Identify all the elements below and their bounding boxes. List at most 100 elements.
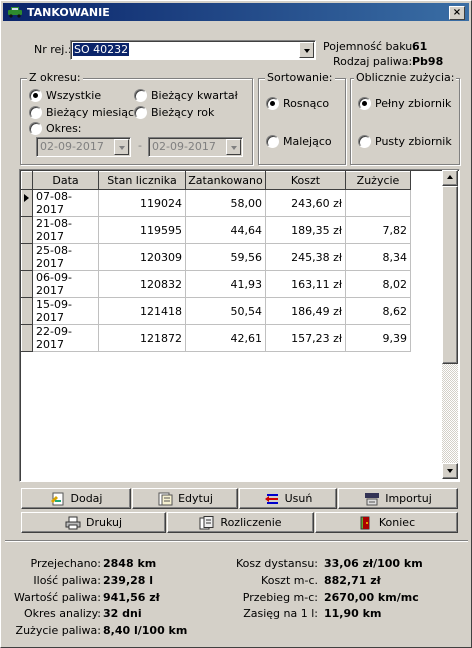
summary-monthly-mileage-value: 2670,00 km/mc bbox=[324, 591, 419, 604]
cell-odometer[interactable]: 121418 bbox=[98, 297, 186, 325]
cell-date[interactable]: 21-08-2017 bbox=[32, 216, 99, 244]
sort-group: Sortowanie: bbox=[258, 71, 346, 165]
edit-button[interactable]: Edytuj bbox=[132, 488, 238, 509]
chevron-down-icon[interactable] bbox=[226, 139, 241, 155]
cell-fuel[interactable]: 41,93 bbox=[185, 270, 266, 298]
col-date-header[interactable]: Data bbox=[32, 171, 99, 190]
scroll-up-button[interactable] bbox=[442, 170, 458, 186]
cell-date[interactable]: 15-09-2017 bbox=[32, 297, 99, 325]
period-month-radio[interactable]: Bieżący miesiąc bbox=[29, 106, 134, 119]
delete-record-icon bbox=[264, 493, 278, 504]
row-indicator[interactable] bbox=[21, 243, 33, 271]
cell-consumption[interactable]: 8,62 bbox=[345, 297, 411, 325]
cell-date[interactable]: 06-09-2017 bbox=[32, 270, 99, 298]
cell-cost[interactable]: 157,23 zł bbox=[265, 324, 346, 352]
import-button[interactable]: Importuj bbox=[338, 488, 458, 509]
table-row[interactable]: 25-08-2017 120309 59,56 245,38 zł 8,34 bbox=[21, 243, 411, 271]
registration-combo[interactable]: SO 40232 bbox=[70, 40, 316, 60]
summary-distance-value: 2848 km bbox=[103, 557, 157, 570]
period-year-radio[interactable]: Bieżący rok bbox=[134, 106, 214, 119]
cell-fuel[interactable]: 59,56 bbox=[185, 243, 266, 271]
cell-odometer[interactable]: 121872 bbox=[98, 324, 186, 352]
col-odometer-header[interactable]: Stan licznika bbox=[98, 171, 186, 190]
calc-full-radio[interactable]: Pełny zbiornik bbox=[358, 97, 451, 110]
cell-odometer[interactable]: 119595 bbox=[98, 216, 186, 244]
cell-date[interactable]: 22-09-2017 bbox=[32, 324, 99, 352]
calc-empty-radio[interactable]: Pusty zbiornik bbox=[358, 135, 452, 148]
table-row[interactable]: 21-08-2017 119595 44,64 189,35 zł 7,82 bbox=[21, 216, 411, 244]
close-window-button[interactable]: × bbox=[449, 6, 465, 20]
summary-fuel-amount: Ilość paliwa: bbox=[33, 574, 101, 587]
exit-button[interactable]: Koniec bbox=[315, 512, 458, 533]
cell-date[interactable]: 25-08-2017 bbox=[32, 243, 99, 271]
summary-fuel-cost: Wartość paliwa: bbox=[13, 591, 101, 604]
summary-fuel-amount-value: 239,28 l bbox=[103, 574, 154, 587]
summary-distance-cost: Kosz dystansu: bbox=[235, 557, 318, 570]
cell-consumption[interactable]: 8,34 bbox=[345, 243, 411, 271]
date-from-picker[interactable]: 02-09-2017 bbox=[36, 137, 131, 157]
cell-fuel[interactable]: 50,54 bbox=[185, 297, 266, 325]
row-indicator[interactable] bbox=[21, 189, 33, 217]
cell-consumption[interactable] bbox=[345, 189, 411, 217]
settlement-button[interactable]: Rozliczenie bbox=[167, 512, 314, 533]
row-indicator[interactable] bbox=[21, 216, 33, 244]
fuel-type-label: Rodzaj paliwa: bbox=[333, 55, 413, 68]
grid-scrollbar[interactable] bbox=[442, 170, 458, 479]
cell-fuel[interactable]: 44,64 bbox=[185, 216, 266, 244]
table-row[interactable]: 15-09-2017 121418 50,54 186,49 zł 8,62 bbox=[21, 297, 411, 325]
cell-fuel[interactable]: 58,00 bbox=[185, 189, 266, 217]
chevron-down-icon[interactable] bbox=[299, 42, 314, 58]
scroll-thumb[interactable] bbox=[442, 186, 458, 364]
summary-monthly-cost-value: 882,71 zł bbox=[324, 574, 381, 587]
cell-odometer[interactable]: 120309 bbox=[98, 243, 186, 271]
cell-consumption[interactable]: 8,02 bbox=[345, 270, 411, 298]
cell-cost[interactable]: 189,35 zł bbox=[265, 216, 346, 244]
delete-button[interactable]: Usuń bbox=[239, 488, 337, 509]
cell-cost[interactable]: 243,60 zł bbox=[265, 189, 346, 217]
row-indicator[interactable] bbox=[21, 270, 33, 298]
date-to-picker[interactable]: 02-09-2017 bbox=[148, 137, 243, 157]
cell-cost[interactable]: 163,11 zł bbox=[265, 270, 346, 298]
cell-fuel[interactable]: 42,61 bbox=[185, 324, 266, 352]
period-range-radio[interactable]: Okres: bbox=[29, 122, 82, 135]
title-bar: TANKOWANIE × bbox=[3, 3, 469, 21]
summary-range-value: 11,90 km bbox=[324, 607, 382, 620]
col-cost-header[interactable]: Koszt bbox=[265, 171, 346, 190]
cell-odometer[interactable]: 119024 bbox=[98, 189, 186, 217]
printer-icon bbox=[65, 516, 81, 529]
cell-odometer[interactable]: 120832 bbox=[98, 270, 186, 298]
row-indicator[interactable] bbox=[21, 324, 33, 352]
sort-asc-radio[interactable]: Rosnąco bbox=[266, 97, 329, 110]
registration-label: Nr rej.: bbox=[34, 43, 72, 56]
summary-period-value: 32 dni bbox=[103, 607, 142, 620]
add-record-icon bbox=[50, 492, 63, 505]
summary-monthly-mileage: Przebieg m-c: bbox=[242, 591, 318, 604]
period-all-radio[interactable]: Wszystkie bbox=[29, 89, 101, 102]
period-quarter-radio[interactable]: Bieżący kwartał bbox=[134, 89, 238, 102]
cell-cost[interactable]: 186,49 zł bbox=[265, 297, 346, 325]
cell-consumption[interactable]: 9,39 bbox=[345, 324, 411, 352]
chevron-down-icon[interactable] bbox=[114, 139, 129, 155]
col-fuel-header[interactable]: Zatankowano bbox=[185, 171, 266, 190]
print-button[interactable]: Drukuj bbox=[21, 512, 166, 533]
col-consumption-header[interactable]: Zużycie bbox=[345, 171, 411, 190]
cell-cost[interactable]: 245,38 zł bbox=[265, 243, 346, 271]
summary-distance: Przejechano: bbox=[30, 557, 102, 570]
scroll-down-button[interactable] bbox=[442, 463, 458, 479]
table-row[interactable]: 06-09-2017 120832 41,93 163,11 zł 8,02 bbox=[21, 270, 411, 298]
cell-date[interactable]: 07-08-2017 bbox=[32, 189, 99, 217]
summary-consumption: Zużycie paliwa: bbox=[15, 624, 101, 637]
fuel-type-value: Pb98 bbox=[412, 55, 444, 68]
arrow-down-icon bbox=[447, 469, 453, 473]
row-indicator[interactable] bbox=[21, 297, 33, 325]
add-button[interactable]: Dodaj bbox=[21, 488, 131, 509]
summary-period: Okres analizy: bbox=[23, 607, 101, 620]
table-header-row: Data Stan licznika Zatankowano Koszt Zuż… bbox=[21, 171, 411, 190]
table-row[interactable]: 07-08-2017 119024 58,00 243,60 zł bbox=[21, 189, 411, 217]
car-icon bbox=[8, 7, 22, 18]
cell-consumption[interactable]: 7,82 bbox=[345, 216, 411, 244]
window-title: TANKOWANIE bbox=[27, 6, 110, 19]
sort-desc-radio[interactable]: Malejąco bbox=[266, 135, 332, 148]
table-row[interactable]: 22-09-2017 121872 42,61 157,23 zł 9,39 bbox=[21, 324, 411, 352]
calc-group-title: Oblicznie zużycia: bbox=[354, 71, 457, 84]
